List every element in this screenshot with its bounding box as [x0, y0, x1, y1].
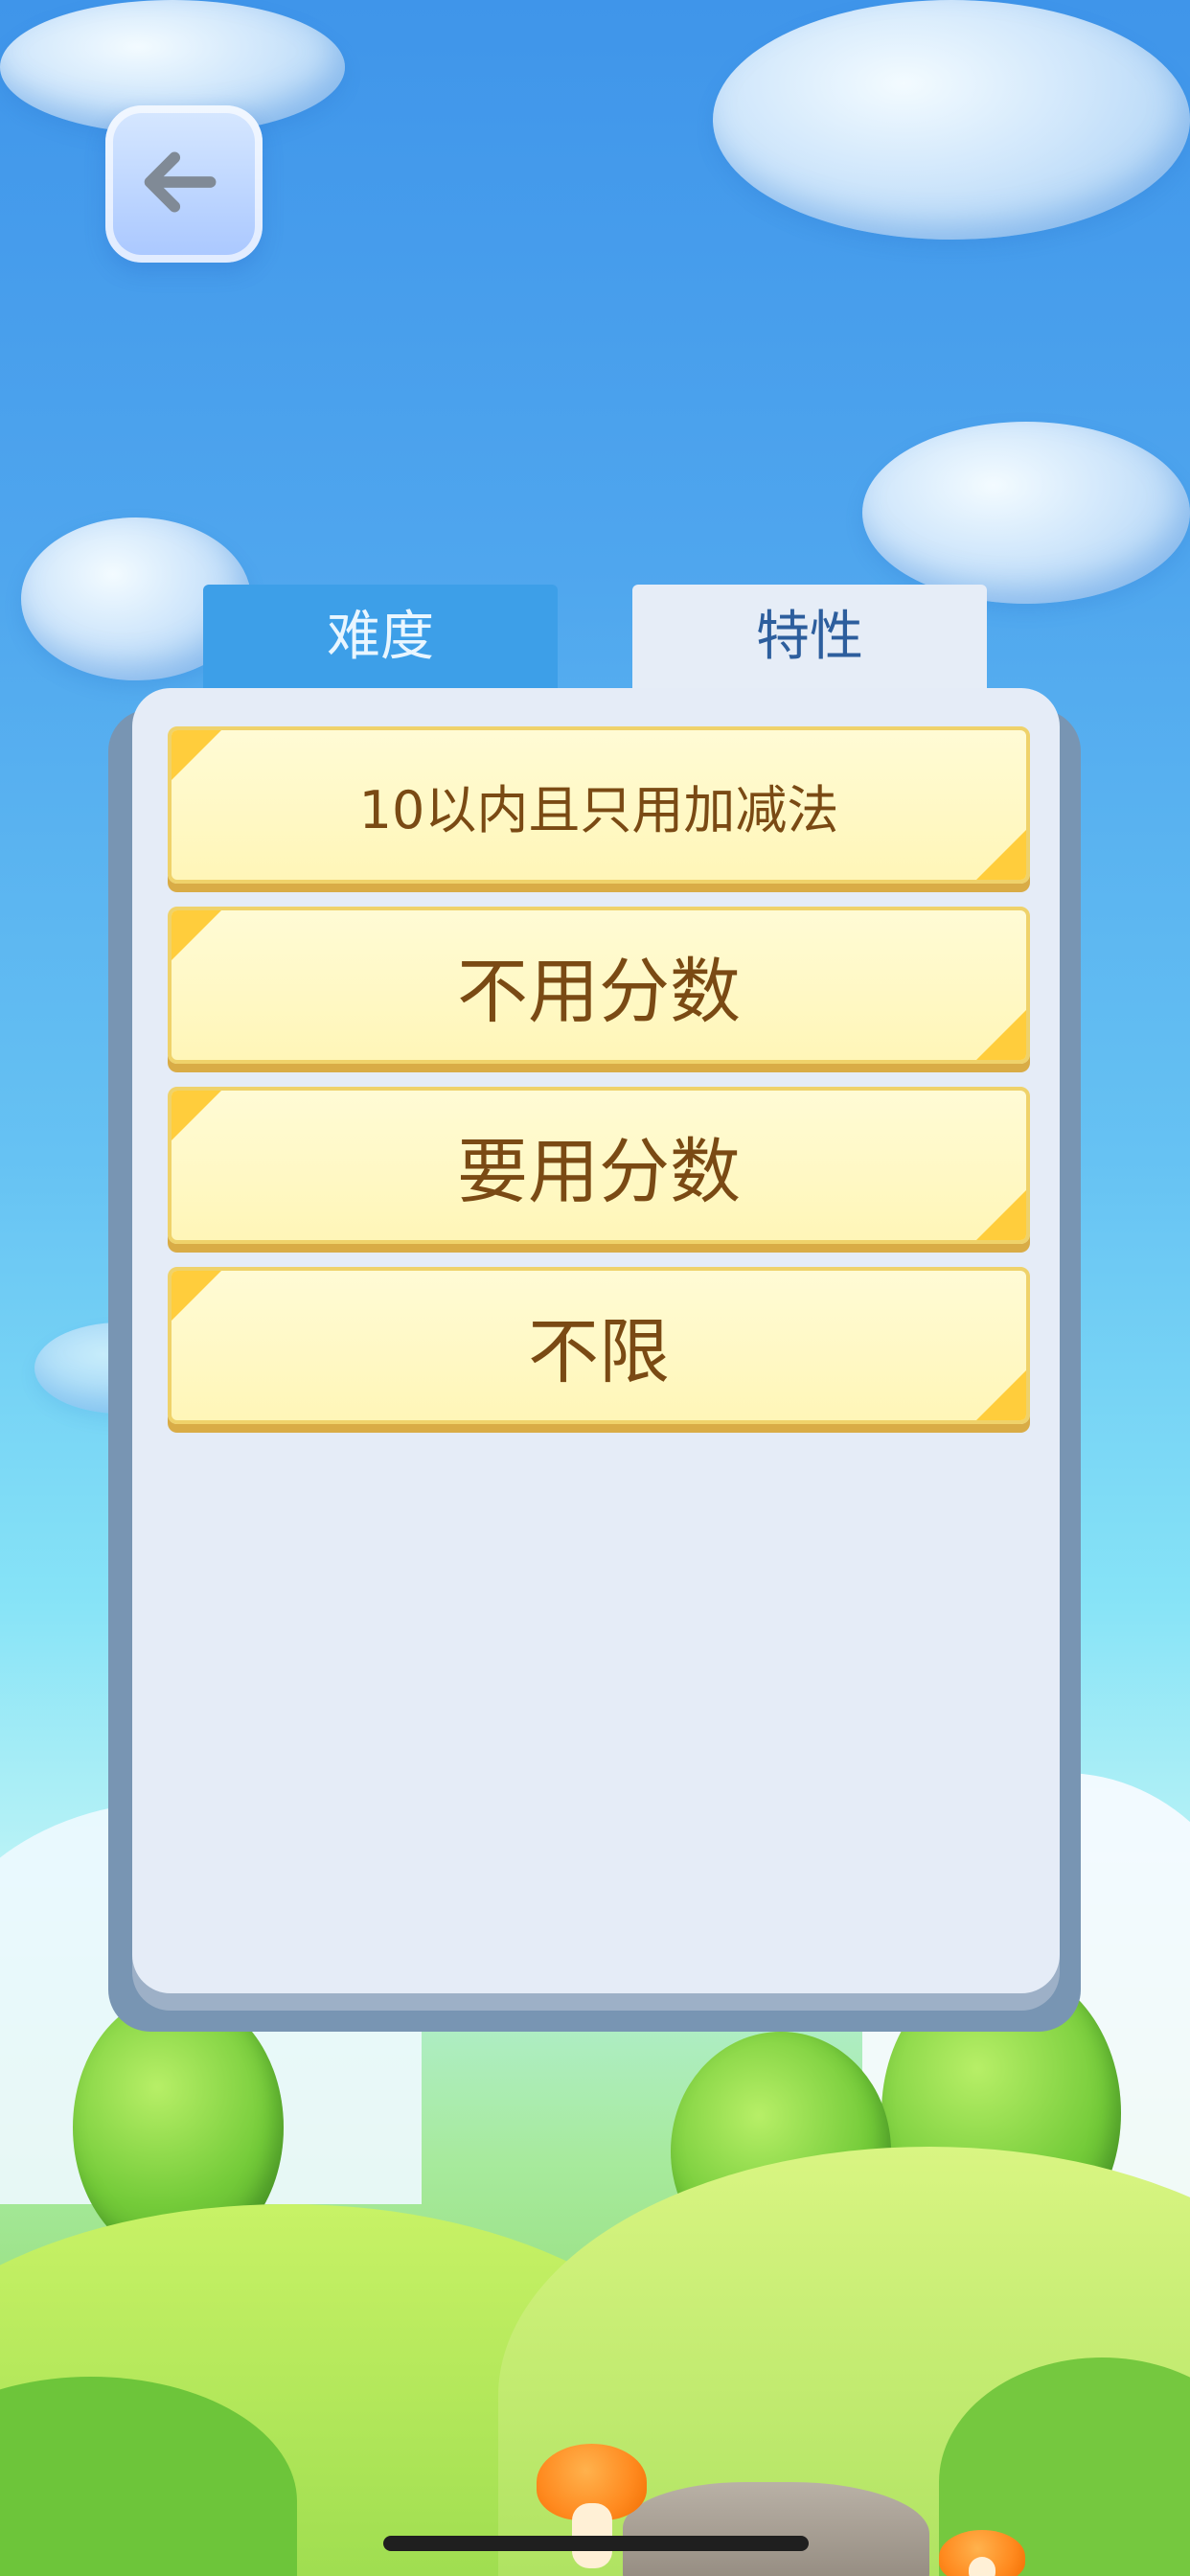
option-unlimited-label: 不限 [528, 1310, 670, 1393]
option-within-10-add-subtract-label: 10以内且只用加减法 [358, 779, 839, 840]
tab-difficulty-label: 难度 [327, 606, 434, 668]
tab-difficulty[interactable]: 难度 [203, 585, 558, 690]
tab-feature-label: 特性 [756, 606, 863, 668]
back-arrow-icon [127, 126, 240, 242]
tab-feature[interactable]: 特性 [632, 585, 987, 690]
home-indicator [383, 2536, 809, 2551]
option-within-10-add-subtract[interactable]: 10以内且只用加减法 [168, 726, 1030, 884]
cloud-top-right [713, 0, 1190, 240]
mushroom-stem-right [969, 2557, 995, 2576]
option-use-fractions-label: 要用分数 [457, 1130, 741, 1213]
option-unlimited[interactable]: 不限 [168, 1267, 1030, 1424]
option-use-fractions[interactable]: 要用分数 [168, 1087, 1030, 1244]
option-no-fractions-label: 不用分数 [457, 950, 741, 1033]
cloud-mid-right [862, 422, 1190, 604]
rock [623, 2482, 929, 2576]
back-button[interactable] [105, 105, 263, 263]
option-no-fractions[interactable]: 不用分数 [168, 907, 1030, 1064]
